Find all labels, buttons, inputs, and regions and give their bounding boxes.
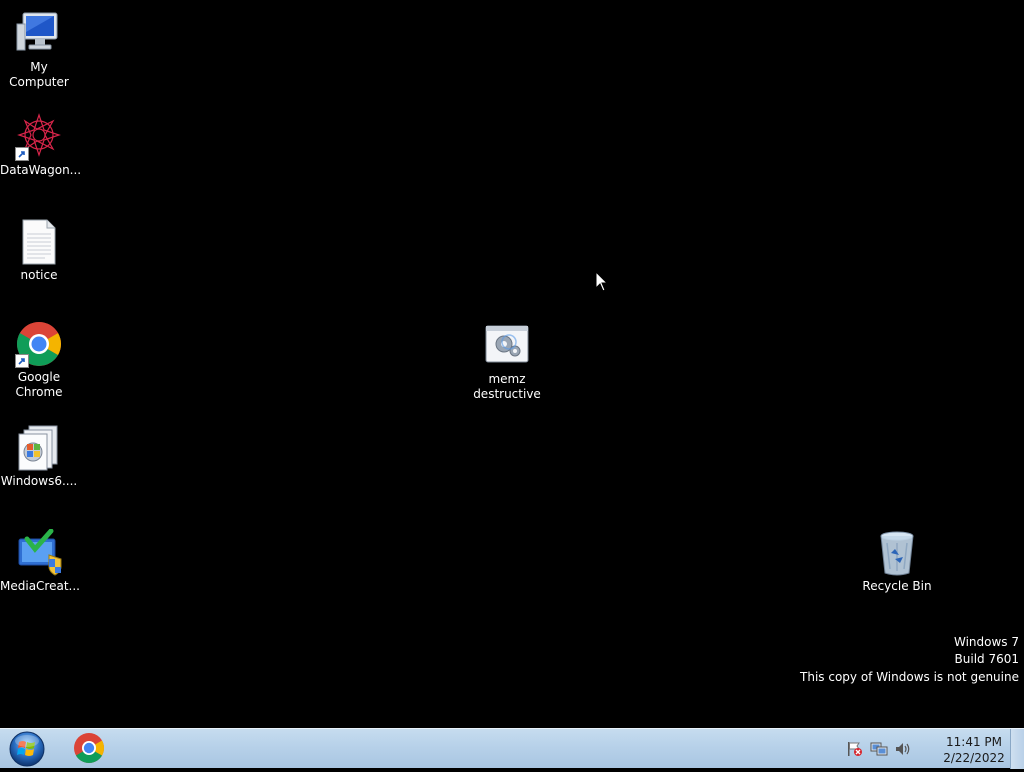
windows-genuine-watermark: Windows 7 Build 7601 This copy of Window…	[800, 634, 1019, 687]
network-icon[interactable]	[870, 741, 888, 757]
windows-update-package-icon	[15, 424, 63, 472]
desktop-icon-google-chrome[interactable]: Google Chrome	[0, 320, 78, 400]
desktop-icon-label: DataWagon...	[0, 163, 82, 177]
clock-date: 2/22/2022	[943, 751, 1005, 765]
desktop-icon-label: Windows6....	[0, 474, 78, 488]
action-center-flag-icon[interactable]	[846, 741, 864, 757]
text-file-icon	[15, 218, 63, 266]
system-tray: 11:41 PM 2/22/2022	[846, 729, 1006, 769]
desktop-icon-recycle-bin[interactable]: Recycle Bin	[858, 529, 936, 594]
desktop-icon-label: Google Chrome	[15, 370, 63, 399]
taskbar-pinned-chrome[interactable]	[64, 730, 114, 767]
chrome-icon	[74, 733, 105, 764]
chrome-icon	[15, 320, 63, 368]
desktop-icon-windows6[interactable]: Windows6....	[0, 424, 78, 489]
shortcut-arrow-icon	[15, 354, 29, 368]
desktop[interactable]: My Computer DataWagon... notice Google C…	[0, 0, 1024, 728]
desktop-icon-memz-destructive[interactable]: memz destructive	[468, 322, 546, 402]
watermark-os-name: Windows 7	[953, 634, 1019, 649]
taskbar-clock[interactable]: 11:41 PM 2/22/2022	[942, 734, 1006, 766]
computer-icon	[15, 10, 63, 58]
taskbar: 11:41 PM 2/22/2022	[0, 728, 1024, 769]
executable-icon	[483, 322, 531, 370]
desktop-icon-label: notice	[20, 268, 58, 282]
watermark-not-genuine-notice: This copy of Windows is not genuine	[800, 669, 1019, 684]
datawagon-icon	[15, 113, 63, 161]
desktop-icon-my-computer[interactable]: My Computer	[0, 10, 78, 90]
desktop-icon-label: Recycle Bin	[862, 579, 932, 593]
desktop-icon-label: MediaCreat...	[0, 579, 80, 593]
show-desktop-button[interactable]	[1010, 729, 1024, 769]
media-creation-tool-icon	[15, 528, 63, 577]
clock-time: 11:41 PM	[946, 735, 1002, 749]
start-orb-icon	[9, 731, 45, 767]
desktop-icon-datawagon[interactable]: DataWagon...	[0, 113, 82, 178]
desktop-icon-media-creation-tool[interactable]: MediaCreat...	[0, 528, 80, 594]
desktop-icon-notice[interactable]: notice	[0, 218, 78, 283]
watermark-build: Build 7601	[954, 652, 1019, 666]
volume-icon[interactable]	[894, 741, 912, 757]
desktop-icon-label: memz destructive	[473, 372, 541, 401]
start-button[interactable]	[4, 730, 50, 768]
shortcut-arrow-icon	[15, 147, 29, 161]
mouse-cursor-icon	[595, 270, 609, 297]
desktop-icon-label: My Computer	[9, 60, 69, 89]
recycle-bin-icon	[873, 529, 921, 577]
